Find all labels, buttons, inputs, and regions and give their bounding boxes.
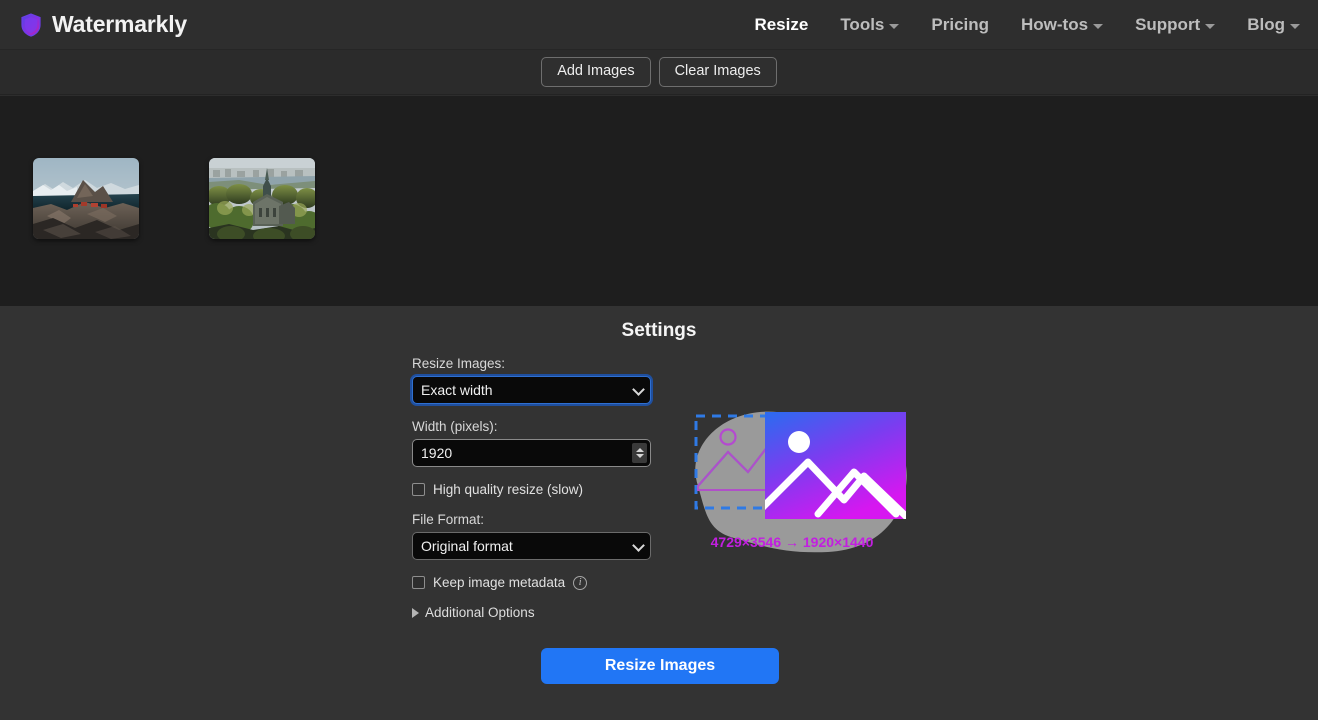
stepper-up-icon[interactable] [635, 448, 644, 452]
file-format-label: File Format: [412, 512, 485, 527]
width-stepper[interactable] [632, 443, 647, 463]
thumbnail-item[interactable] [33, 158, 139, 239]
file-format-select[interactable]: Original format [412, 532, 651, 560]
add-images-button[interactable]: Add Images [541, 57, 651, 87]
info-icon[interactable]: i [573, 575, 588, 590]
clear-images-button[interactable]: Clear Images [658, 57, 777, 87]
resize-mode-select[interactable]: Exact width [412, 376, 651, 404]
illustration-graphic: 4729×3546 → 1920×1440 [694, 411, 907, 553]
brand-logo[interactable]: Watermarkly [20, 11, 187, 38]
brand-name: Watermarkly [52, 11, 188, 37]
nav-label: How-tos [1021, 14, 1089, 34]
nav-item-blog[interactable]: Blog [1247, 15, 1300, 35]
width-input-wrapper: 1920 [412, 439, 652, 467]
dimensions-text: 4729×3546 → 1920×1440 [711, 534, 874, 550]
keep-metadata-checkbox[interactable] [412, 576, 425, 589]
high-quality-checkbox[interactable] [412, 483, 425, 496]
width-label: Width (pixels): [412, 419, 498, 434]
nav-label: Resize [754, 14, 809, 34]
resize-mode-select-wrapper: Exact width [412, 376, 652, 404]
width-value: 1920 [421, 445, 453, 461]
nav-label: Pricing [931, 14, 990, 34]
nav-item-support[interactable]: Support [1135, 14, 1216, 35]
image-toolbar: Add Images Clear Images [0, 50, 1318, 95]
settings-title: Settings [621, 320, 697, 341]
nav-label: Tools [840, 14, 885, 34]
file-format-value: Original format [421, 538, 513, 554]
chevron-down-icon [1205, 23, 1216, 29]
resize-images-submit-button[interactable]: Resize Images [541, 648, 779, 684]
additional-options-label: Additional Options [425, 605, 535, 620]
nav-label: Blog [1247, 14, 1285, 34]
stepper-down-icon[interactable] [635, 454, 644, 458]
image-strip [0, 96, 1318, 306]
triangle-right-icon [412, 607, 419, 618]
additional-options-toggle[interactable]: Additional Options [412, 605, 652, 620]
chevron-down-icon [889, 23, 900, 29]
nav-item-tools[interactable]: Tools [840, 14, 900, 35]
nav-item-how-tos[interactable]: How-tos [1021, 14, 1104, 35]
main-navigation: Resize Tools Pricing How-tos Support Blo… [722, 15, 1318, 35]
resize-mode-value: Exact width [421, 382, 493, 398]
settings-panel: Settings Resize Images: Exact width Widt… [0, 306, 1318, 720]
nav-item-pricing[interactable]: Pricing [931, 15, 989, 35]
shield-icon [20, 12, 42, 37]
nav-label: Support [1135, 14, 1201, 34]
resize-illustration: 4729×3546 → 1920×1440 [668, 390, 916, 590]
chevron-down-icon [1290, 23, 1300, 29]
chevron-down-icon [1093, 23, 1104, 29]
keep-metadata-row: Keep image metadata i [412, 575, 652, 590]
width-input[interactable]: 1920 [412, 439, 651, 467]
thumbnail-image-fjord [33, 158, 139, 239]
high-quality-row: High quality resize (slow) [412, 482, 652, 497]
file-format-select-wrapper: Original format [412, 532, 652, 560]
thumbnail-image-cathedral [209, 158, 315, 239]
resized-image-card [765, 412, 906, 519]
high-quality-label[interactable]: High quality resize (slow) [433, 482, 583, 497]
resize-images-label: Resize Images: [412, 356, 506, 371]
thumbnail-item[interactable] [209, 158, 315, 239]
app-header: Watermarkly Resize Tools Pricing How-tos… [0, 0, 1318, 50]
keep-metadata-label[interactable]: Keep image metadata [433, 575, 565, 590]
settings-form: Resize Images: Exact width Width (pixels… [412, 356, 652, 620]
nav-item-resize[interactable]: Resize [754, 15, 808, 35]
